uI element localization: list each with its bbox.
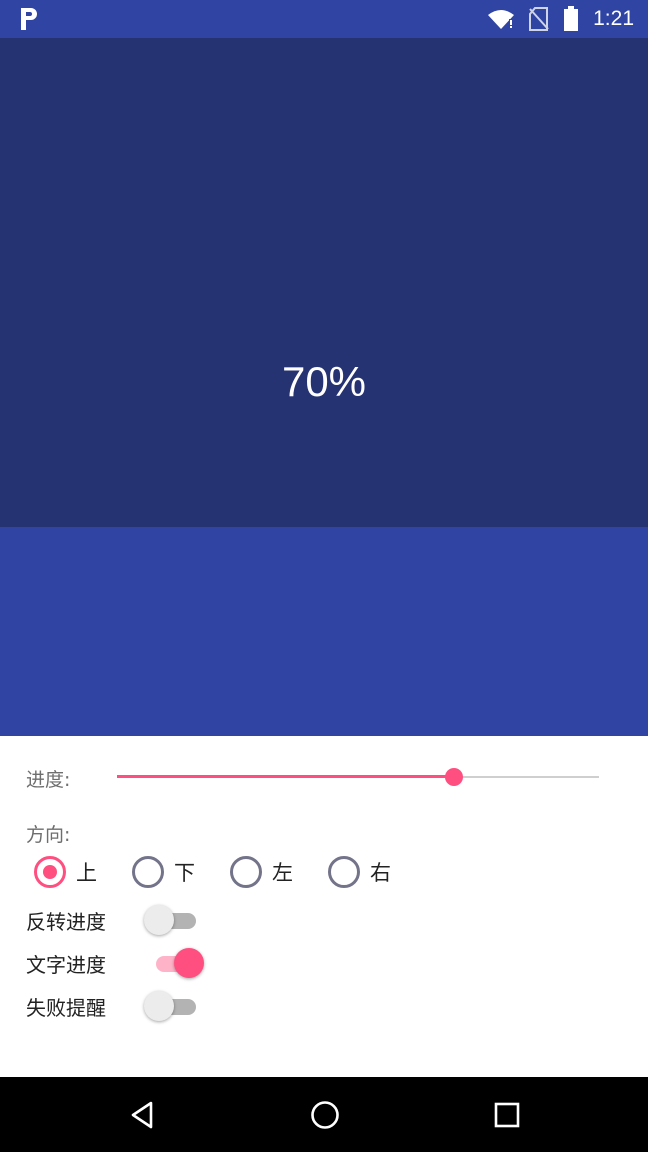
failure-alert-label: 失败提醒 <box>26 995 106 1020</box>
radio-label: 下 <box>174 861 195 885</box>
radio-label: 左 <box>272 861 293 885</box>
radio-circle <box>34 856 66 888</box>
clock: 1:21 <box>593 7 634 30</box>
text-progress-switch[interactable] <box>144 943 208 983</box>
home-icon[interactable] <box>309 1099 341 1131</box>
controls-panel: 进度: 方向: 上 下 左 右 反转进度 文字进度 失败提醒 <box>0 736 648 1077</box>
radio-circle <box>132 856 164 888</box>
failure-alert-row: 失败提醒 <box>26 986 208 1026</box>
slider-active-track <box>117 775 454 778</box>
progress-view: 70% <box>0 38 648 736</box>
radio-right[interactable]: 右 <box>328 856 426 888</box>
app-logo-icon <box>21 8 37 30</box>
radio-up[interactable]: 上 <box>34 856 132 888</box>
status-bar: 1:21 <box>0 0 648 38</box>
radio-label: 右 <box>370 861 391 885</box>
switch-thumb <box>144 991 174 1021</box>
progress-percent-text: 70% <box>281 358 367 405</box>
radio-circle <box>328 856 360 888</box>
progress-slider[interactable] <box>117 766 599 788</box>
radio-circle <box>230 856 262 888</box>
direction-radio-group: 上 下 左 右 <box>34 856 426 888</box>
progress-row: 进度: <box>26 764 70 792</box>
wifi-icon <box>488 10 515 29</box>
radio-down[interactable]: 下 <box>132 856 230 888</box>
progress-label: 进度: <box>26 768 71 791</box>
switch-thumb <box>144 905 174 935</box>
text-progress-label: 文字进度 <box>26 952 106 977</box>
reverse-progress-label: 反转进度 <box>26 909 106 934</box>
radio-left[interactable]: 左 <box>230 856 328 888</box>
radio-label: 上 <box>76 861 97 885</box>
navigation-bar <box>0 1077 648 1152</box>
back-icon[interactable] <box>127 1099 159 1131</box>
slider-thumb[interactable] <box>445 768 463 786</box>
no-sim-icon <box>529 7 549 31</box>
progress-fill <box>0 38 648 527</box>
recents-icon[interactable] <box>491 1099 523 1131</box>
failure-alert-switch[interactable] <box>144 986 208 1026</box>
battery-icon <box>564 6 579 31</box>
text-progress-row: 文字进度 <box>26 943 208 983</box>
reverse-progress-row: 反转进度 <box>26 900 208 940</box>
reverse-progress-switch[interactable] <box>144 900 208 940</box>
switch-thumb <box>174 948 204 978</box>
direction-label: 方向: <box>26 824 71 846</box>
